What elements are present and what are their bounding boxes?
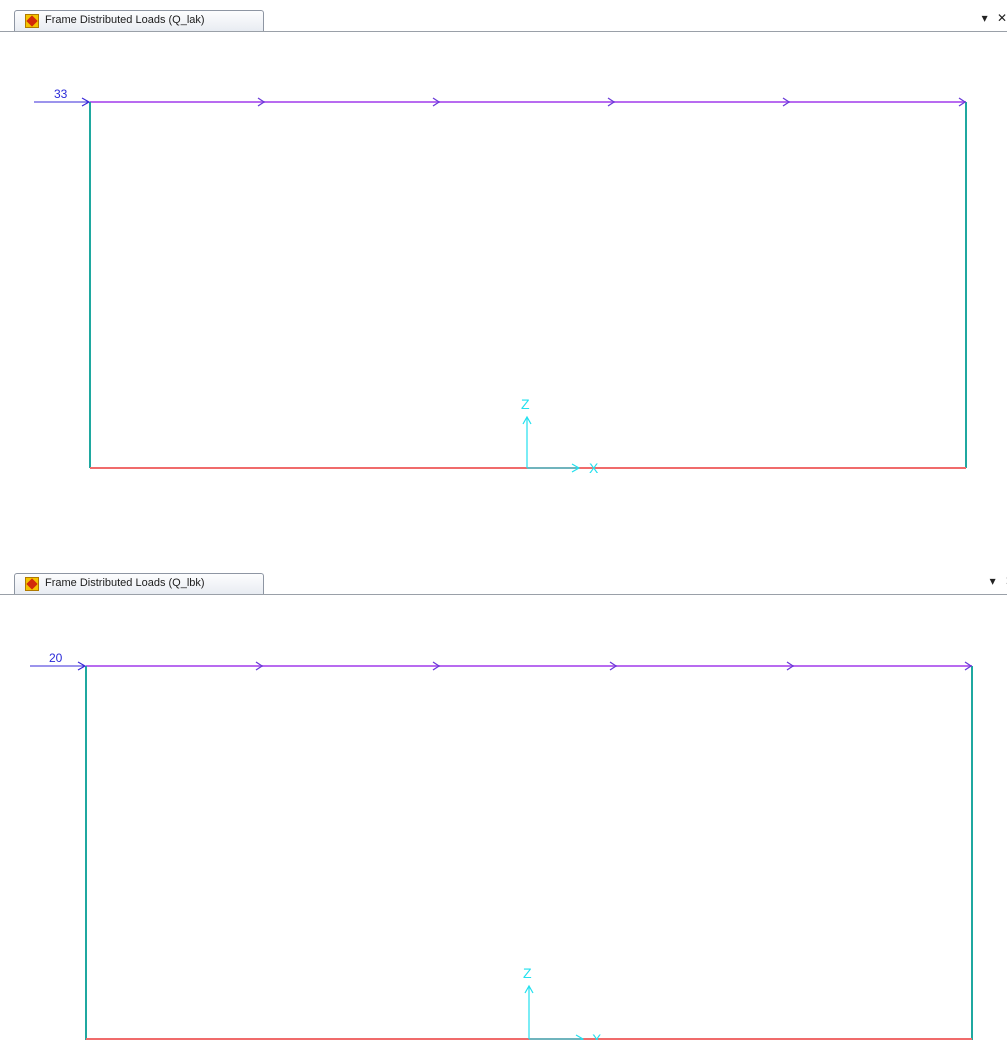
tab-bar: Frame Distributed Loads (Q_lak) ▾ ✕ <box>0 7 1007 32</box>
load-value-label: 20 <box>49 651 63 665</box>
tab-controls: ▾ ✕ <box>976 11 1007 25</box>
tab-title: Frame Distributed Loads (Q_lak) <box>45 14 205 26</box>
sap-app-icon <box>25 14 39 28</box>
axis-triad: Z X <box>523 965 602 1040</box>
axis-z-label: Z <box>521 396 530 412</box>
frame-canvas[interactable]: 33 Z X <box>0 32 1007 522</box>
tab-title: Frame Distributed Loads (Q_lbk) <box>45 577 205 589</box>
axis-x-label: X <box>589 460 599 476</box>
dropdown-icon[interactable]: ▾ <box>990 574 996 588</box>
tab-bar: Frame Distributed Loads (Q_lbk) ▾ ✕ <box>0 570 1007 595</box>
axis-triad: Z X <box>521 396 599 476</box>
axis-x-label: X <box>592 1031 602 1040</box>
dropdown-icon[interactable]: ▾ <box>982 11 988 25</box>
tab-frame-distributed-loads-q-lak[interactable]: Frame Distributed Loads (Q_lak) <box>14 10 264 31</box>
tab-controls: ▾ ✕ <box>984 574 1007 588</box>
frame-canvas[interactable]: 20 Z X <box>0 595 1007 1040</box>
close-icon[interactable]: ✕ <box>997 11 1007 25</box>
sap-app-icon <box>25 577 39 591</box>
frame-view-panel-2: Frame Distributed Loads (Q_lbk) ▾ ✕ 20 Z… <box>0 570 1007 1040</box>
frame-view-panel-1: Frame Distributed Loads (Q_lak) ▾ ✕ 33 Z… <box>0 7 1007 527</box>
axis-z-label: Z <box>523 965 532 981</box>
load-value-label: 33 <box>54 87 68 101</box>
tab-frame-distributed-loads-q-lbk[interactable]: Frame Distributed Loads (Q_lbk) <box>14 573 264 594</box>
